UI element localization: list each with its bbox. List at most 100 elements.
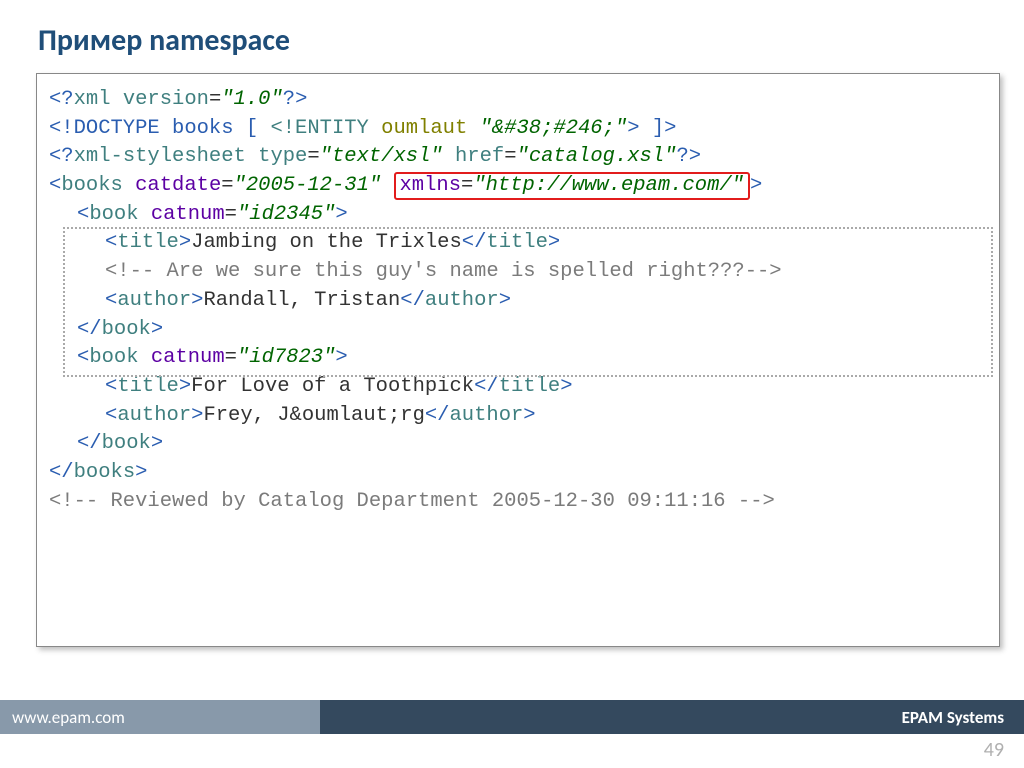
gt: > xyxy=(191,289,203,312)
gt: > xyxy=(750,174,762,197)
tag: author xyxy=(117,404,191,427)
attr-value: "id7823" xyxy=(237,346,335,369)
xml-pi-name: xml version xyxy=(74,88,209,111)
footer-url: www.epam.com xyxy=(0,700,320,734)
pi-open: <? xyxy=(49,145,74,168)
tag: book xyxy=(89,346,138,369)
tag: author xyxy=(117,289,191,312)
footer-company: EPAM Systems xyxy=(320,700,1024,734)
xml-comment: <!-- Are we sure this guy's name is spel… xyxy=(105,260,782,283)
lt-slash: </ xyxy=(49,461,74,484)
pi-target: xml-stylesheet type xyxy=(74,145,308,168)
pi-close: ?> xyxy=(676,145,701,168)
lt: < xyxy=(49,174,61,197)
tag: author xyxy=(449,404,523,427)
attr-value: "id2345" xyxy=(237,203,335,226)
doctype-close: ]> xyxy=(640,117,677,140)
attr-value: "text/xsl" xyxy=(320,145,443,168)
slide-title: Пример namespace xyxy=(0,0,1024,73)
gt: > xyxy=(499,289,511,312)
attr-value: "catalog.xsl" xyxy=(517,145,677,168)
code-line: </books> xyxy=(49,459,987,488)
lt-slash: </ xyxy=(77,432,102,455)
tag: author xyxy=(425,289,499,312)
xml-pi-open: <? xyxy=(49,88,74,111)
tag: book xyxy=(102,432,151,455)
lt: < xyxy=(105,375,117,398)
code-line: <?xml version="1.0"?> xyxy=(49,86,987,115)
text-content: Jambing on the Trixles xyxy=(191,231,462,254)
xml-comment: <!-- Reviewed by Catalog Department 2005… xyxy=(49,490,775,513)
entity-name: oumlaut xyxy=(369,117,480,140)
code-line: </book> xyxy=(49,430,987,459)
footer-bar: www.epam.com EPAM Systems xyxy=(0,700,1024,734)
code-line: <?xml-stylesheet type="text/xsl" href="c… xyxy=(49,143,987,172)
lt: < xyxy=(77,346,89,369)
gt: > xyxy=(335,203,347,226)
lt: < xyxy=(105,231,117,254)
equals: = xyxy=(209,88,221,111)
gt: > xyxy=(135,461,147,484)
text-content: Randall, Tristan xyxy=(203,289,400,312)
gt: > xyxy=(179,375,191,398)
attr-name: catnum xyxy=(139,346,225,369)
gt: > xyxy=(523,404,535,427)
equals: = xyxy=(461,174,473,197)
gt: > xyxy=(335,346,347,369)
gt: > xyxy=(548,231,560,254)
equals: = xyxy=(504,145,516,168)
xml-pi-close: ?> xyxy=(283,88,308,111)
code-line: <!-- Reviewed by Catalog Department 2005… xyxy=(49,488,987,517)
tag: book xyxy=(102,318,151,341)
text-content: Frey, J&oumlaut;rg xyxy=(203,404,424,427)
gt: > xyxy=(151,318,163,341)
tag: title xyxy=(486,231,548,254)
code-line: <author>Frey, J&oumlaut;rg</author> xyxy=(49,402,987,431)
gt: > xyxy=(179,231,191,254)
lt: < xyxy=(77,203,89,226)
equals: = xyxy=(225,203,237,226)
lt-slash: </ xyxy=(462,231,487,254)
code-line: <title>Jambing on the Trixles</title> xyxy=(49,229,987,258)
tag: title xyxy=(117,375,179,398)
code-box: <?xml version="1.0"?> <!DOCTYPE books [ … xyxy=(36,73,1000,647)
code-line: <book catnum="id7823"> xyxy=(49,344,987,373)
gt: > xyxy=(191,404,203,427)
page-number: 49 xyxy=(984,738,1004,762)
tag: book xyxy=(89,203,138,226)
lt: < xyxy=(105,289,117,312)
code-line: <books catdate="2005-12-31" xmlns="http:… xyxy=(49,172,987,201)
xmlns-highlight-box: xmlns="http://www.epam.com/" xyxy=(394,172,750,200)
lt-slash: </ xyxy=(400,289,425,312)
lt-slash: </ xyxy=(77,318,102,341)
attr-value: "1.0" xyxy=(221,88,283,111)
attr-name: catdate xyxy=(123,174,221,197)
code-line: <!DOCTYPE books [ <!ENTITY oumlaut "&#38… xyxy=(49,115,987,144)
lt: < xyxy=(105,404,117,427)
lt-slash: </ xyxy=(425,404,450,427)
text-content: For Love of a Toothpick xyxy=(191,375,474,398)
attr-name: href xyxy=(443,145,505,168)
attr-name: catnum xyxy=(139,203,225,226)
equals: = xyxy=(225,346,237,369)
code-line: <title>For Love of a Toothpick</title> xyxy=(49,373,987,402)
gt: > xyxy=(560,375,572,398)
tag: title xyxy=(117,231,179,254)
tag: books xyxy=(61,174,123,197)
tag: title xyxy=(499,375,561,398)
lt-slash: </ xyxy=(474,375,499,398)
entity-kw: <!ENTITY xyxy=(270,117,368,140)
gt: > xyxy=(151,432,163,455)
code-line: <book catnum="id2345"> xyxy=(49,201,987,230)
equals: = xyxy=(307,145,319,168)
code-line: <author>Randall, Tristan</author> xyxy=(49,287,987,316)
tag: books xyxy=(74,461,136,484)
code-line: <!-- Are we sure this guy's name is spel… xyxy=(49,258,987,287)
attr-value: "http://www.epam.com/" xyxy=(473,174,744,197)
space xyxy=(381,174,393,197)
entity-value: "&#38;#246;" xyxy=(480,117,628,140)
attr-value: "2005-12-31" xyxy=(234,174,382,197)
code-line: </book> xyxy=(49,316,987,345)
equals: = xyxy=(221,174,233,197)
gt: > xyxy=(627,117,639,140)
